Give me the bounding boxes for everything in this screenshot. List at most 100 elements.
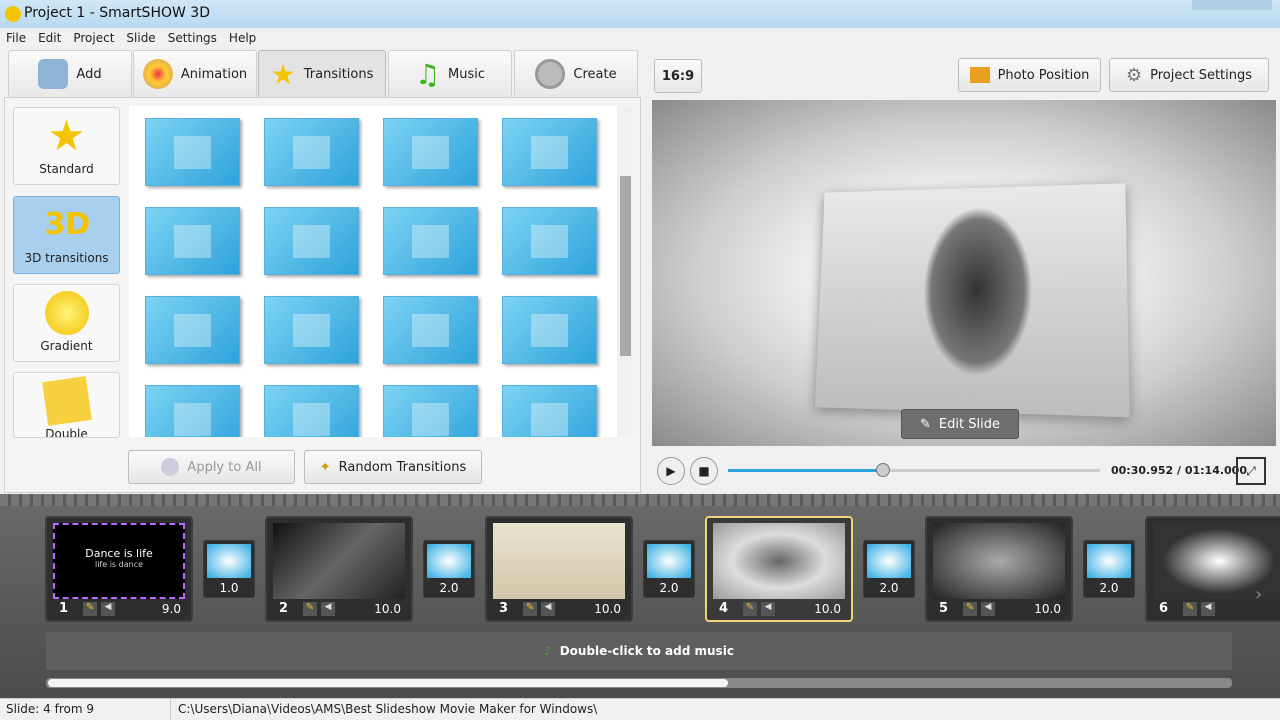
transition-thumbnail[interactable] <box>264 118 359 186</box>
apply-to-all-button[interactable]: Apply to All <box>128 450 295 484</box>
project-settings-button[interactable]: ⚙ Project Settings <box>1109 58 1269 92</box>
menu-help[interactable]: Help <box>229 31 256 45</box>
category-3d-transitions[interactable]: 3D 3D transitions <box>13 196 120 274</box>
transition-thumbnail[interactable] <box>264 296 359 364</box>
playback-slider[interactable] <box>728 463 1100 477</box>
speaker-icon[interactable]: ◀ <box>1201 602 1215 616</box>
slide-thumbnail[interactable]: 5 ✎ ◀ 10.0 <box>925 516 1073 622</box>
slide-subtitle: life is dance <box>94 560 144 569</box>
apply-icon <box>161 458 180 476</box>
transition-thumbnail[interactable] <box>145 118 240 186</box>
double-icon <box>41 376 92 426</box>
magic-wand-icon: ✦ <box>319 459 331 475</box>
transition-slot[interactable]: 2.0 <box>423 540 475 598</box>
transition-slot[interactable]: 2.0 <box>643 540 695 598</box>
photo-position-button[interactable]: Photo Position <box>958 58 1101 92</box>
menu-project[interactable]: Project <box>73 31 114 45</box>
transition-thumbnail[interactable] <box>502 207 597 275</box>
tab-music[interactable]: ♫ Music <box>388 50 512 97</box>
category-gradient[interactable]: Gradient <box>13 284 120 362</box>
status-bar: Slide: 4 from 9 C:\Users\Diana\Videos\AM… <box>0 698 1280 720</box>
transition-thumbnail[interactable] <box>383 207 478 275</box>
tab-create[interactable]: Create <box>514 50 638 97</box>
transition-thumbnail[interactable] <box>502 296 597 364</box>
pencil-icon[interactable]: ✎ <box>963 602 977 616</box>
fullscreen-button[interactable]: ⤢ <box>1236 457 1266 485</box>
tab-label: Create <box>573 66 617 82</box>
menu-slide[interactable]: Slide <box>126 31 155 45</box>
transition-thumbnail[interactable] <box>502 118 597 186</box>
transitions-panel: ★ Standard 3D 3D transitions Gradient Doub… <box>4 97 641 493</box>
slide-image <box>933 523 1065 599</box>
timeline-scrollbar[interactable] <box>46 678 1232 688</box>
button-label: Random Transitions <box>338 459 467 475</box>
transition-image <box>427 544 471 578</box>
category-double[interactable]: Double <box>13 372 120 438</box>
preview-photo <box>814 183 1130 418</box>
menu-bar: File Edit Project Slide Settings Help <box>0 28 1280 48</box>
transition-duration: 1.0 <box>219 581 239 595</box>
scroll-thumb[interactable] <box>620 176 631 356</box>
speaker-icon[interactable]: ◀ <box>101 602 115 616</box>
aspect-ratio-button[interactable]: 16:9 <box>654 59 702 93</box>
menu-settings[interactable]: Settings <box>168 31 217 45</box>
grid-scrollbar[interactable] <box>617 106 633 437</box>
pencil-icon[interactable]: ✎ <box>1183 602 1197 616</box>
button-label: Photo Position <box>997 67 1090 83</box>
play-button[interactable]: ▶ <box>657 457 685 485</box>
title-bar: Project 1 - SmartSHOW 3D <box>0 0 1280 28</box>
photo-icon <box>969 67 990 83</box>
speaker-icon[interactable]: ◀ <box>321 602 335 616</box>
tab-transitions[interactable]: ★ Transitions <box>258 50 386 97</box>
pencil-icon[interactable]: ✎ <box>743 602 757 616</box>
transition-image <box>207 544 251 578</box>
edit-slide-button[interactable]: ✎ Edit Slide <box>901 409 1019 439</box>
slide-thumbnail[interactable]: 6 ✎ ◀ <box>1145 516 1280 622</box>
random-transitions-button[interactable]: ✦ Random Transitions <box>304 450 482 484</box>
slide-number: 5 <box>939 601 949 616</box>
category-standard[interactable]: ★ Standard <box>13 107 120 185</box>
speaker-icon[interactable]: ◀ <box>981 602 995 616</box>
transition-duration: 2.0 <box>439 581 459 595</box>
transition-thumbnail[interactable] <box>383 385 478 437</box>
window-controls[interactable] <box>1192 0 1272 10</box>
pencil-icon[interactable]: ✎ <box>523 602 537 616</box>
slide-thumbnail[interactable]: 3 ✎ ◀ 10.0 <box>485 516 633 622</box>
stop-button[interactable]: ■ <box>690 457 718 485</box>
dancer-image <box>921 205 1033 378</box>
transition-thumbnail[interactable] <box>502 385 597 437</box>
tab-add[interactable]: Add <box>8 50 132 97</box>
film-strip-edge <box>0 494 1280 506</box>
scroll-thumb[interactable] <box>48 679 728 687</box>
slide-thumbnail[interactable]: 2 ✎ ◀ 10.0 <box>265 516 413 622</box>
transition-slot[interactable]: 2.0 <box>1083 540 1135 598</box>
menu-edit[interactable]: Edit <box>38 31 61 45</box>
playback-handle[interactable] <box>876 463 891 477</box>
tab-label: Transitions <box>303 66 374 82</box>
transition-thumbnail[interactable] <box>264 207 359 275</box>
category-label: 3D transitions <box>24 251 109 265</box>
gear-icon: ⚙ <box>1125 64 1143 86</box>
transition-thumbnail[interactable] <box>383 296 478 364</box>
transition-duration: 2.0 <box>659 581 679 595</box>
transition-thumbnail[interactable] <box>145 207 240 275</box>
transition-thumbnail[interactable] <box>145 385 240 437</box>
tab-animation[interactable]: Animation <box>133 50 257 97</box>
transition-thumbnail[interactable] <box>145 296 240 364</box>
slide-thumbnail[interactable]: Dance is life life is dance 1 ✎ ◀ 9.0 <box>45 516 193 622</box>
slide-thumbnail[interactable]: 4 ✎ ◀ 10.0 <box>705 516 853 622</box>
transition-thumbnail[interactable] <box>383 118 478 186</box>
transition-slot[interactable]: 1.0 <box>203 540 255 598</box>
speaker-icon[interactable]: ◀ <box>541 602 555 616</box>
pencil-icon[interactable]: ✎ <box>83 602 97 616</box>
transition-slot[interactable]: 2.0 <box>863 540 915 598</box>
transition-thumbnail[interactable] <box>264 385 359 437</box>
button-label: Apply to All <box>187 459 262 475</box>
star-icon: ★ <box>270 57 296 91</box>
transition-grid <box>129 106 617 437</box>
menu-file[interactable]: File <box>6 31 26 45</box>
scroll-right-arrow[interactable]: › <box>1255 584 1262 605</box>
pencil-icon[interactable]: ✎ <box>303 602 317 616</box>
speaker-icon[interactable]: ◀ <box>761 602 775 616</box>
music-track[interactable]: ♪ Double-click to add music <box>46 632 1232 670</box>
